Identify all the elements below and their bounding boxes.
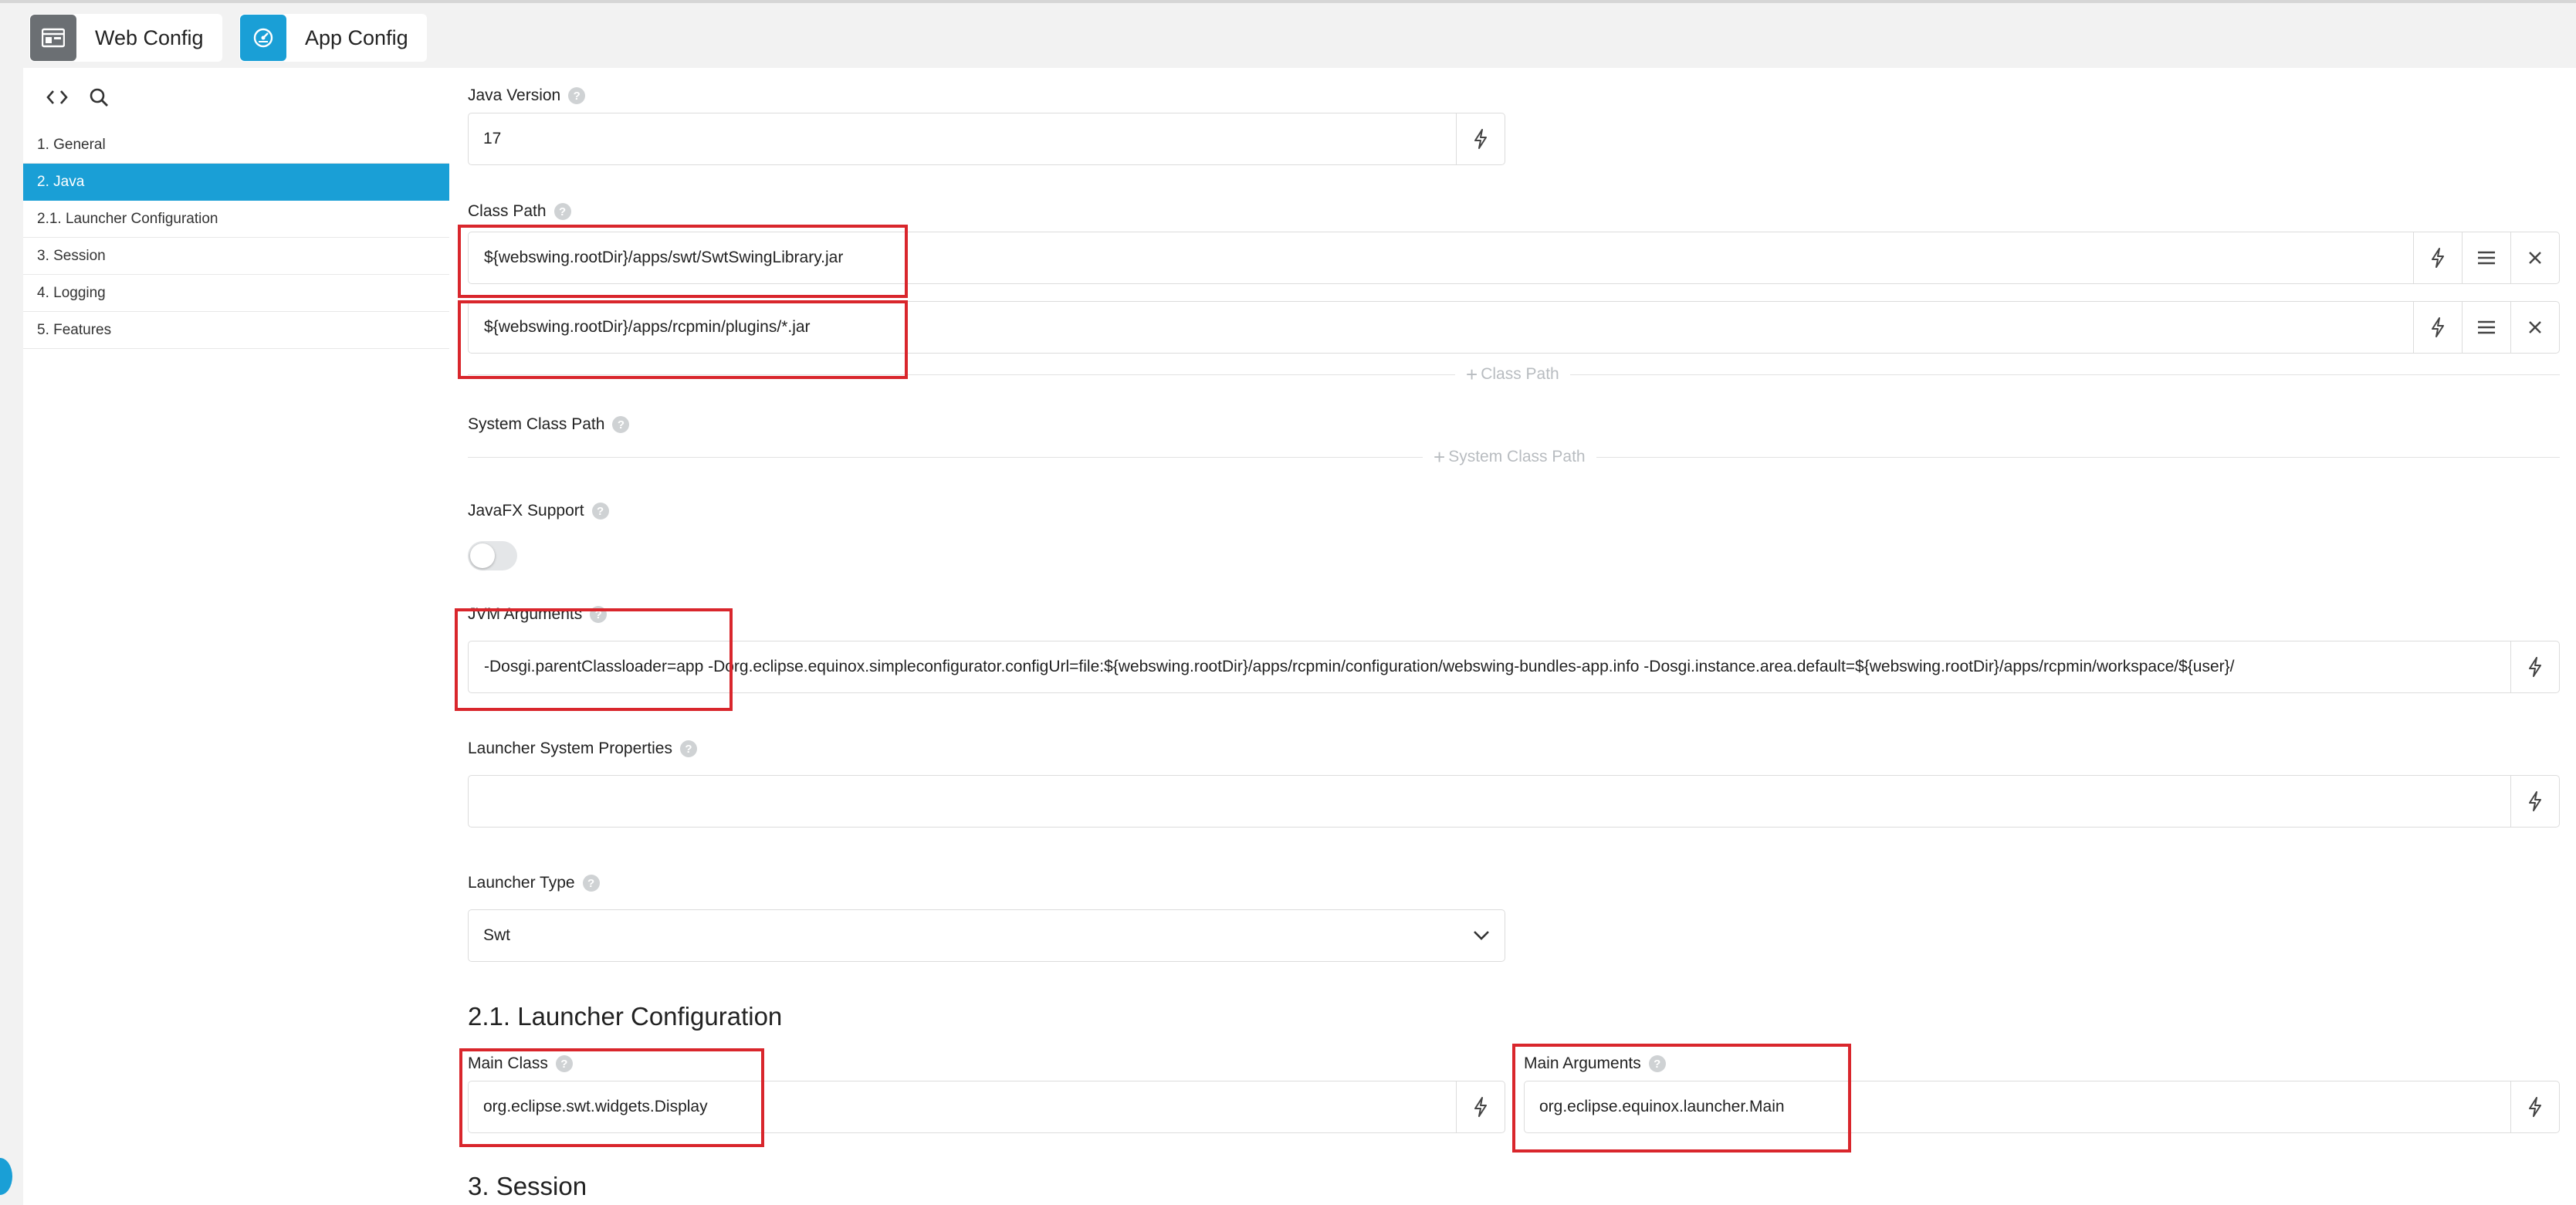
close-icon[interactable] — [2510, 232, 2559, 283]
launcher-configuration-heading: 2.1. Launcher Configuration — [468, 1002, 783, 1031]
java-version-label: Java Version ? — [468, 86, 586, 105]
sidebar-item-label: 4. Logging — [37, 284, 106, 301]
hamburger-icon[interactable] — [2462, 302, 2510, 353]
browser-window-icon — [30, 15, 76, 61]
close-icon[interactable] — [2510, 302, 2559, 353]
add-class-path-button[interactable]: + Class Path — [1455, 362, 1570, 386]
lightning-icon[interactable] — [2413, 232, 2462, 283]
launcher-type-label-text: Launcher Type — [468, 874, 575, 892]
config-tab-bar: Web Config App Config — [0, 3, 2576, 68]
main-arguments-input[interactable]: org.eclipse.equinox.launcher.Main — [1525, 1098, 2510, 1116]
class-path-entry-2: ${webswing.rootDir}/apps/rcpmin/plugins/… — [468, 301, 2560, 354]
sidebar-item-session[interactable]: 3. Session — [23, 238, 449, 275]
launcher-system-properties-label-text: Launcher System Properties — [468, 740, 672, 757]
main-class-input[interactable]: org.eclipse.swt.widgets.Display — [469, 1098, 1456, 1116]
plus-icon: + — [1434, 445, 1446, 469]
launcher-type-selected-value: Swt — [483, 926, 511, 944]
system-class-path-label: System Class Path ? — [468, 415, 630, 434]
java-version-field: 17 — [468, 113, 1505, 165]
main-class-label: Main Class ? — [468, 1054, 573, 1073]
java-version-label-text: Java Version — [468, 86, 561, 104]
system-class-path-label-text: System Class Path — [468, 415, 605, 433]
hamburger-icon[interactable] — [2462, 232, 2510, 283]
floating-help-button[interactable] — [0, 1158, 12, 1195]
lightning-icon[interactable] — [2510, 776, 2559, 827]
javafx-support-toggle[interactable] — [468, 541, 517, 570]
sidebar-item-launcher-configuration[interactable]: 2.1. Launcher Configuration — [23, 201, 449, 238]
app-gauge-icon — [240, 15, 286, 61]
add-system-class-path-label: System Class Path — [1448, 448, 1586, 465]
main-arguments-label-text: Main Arguments — [1524, 1054, 1641, 1072]
sidebar-item-label: 1. General — [37, 136, 106, 153]
class-path-input[interactable]: ${webswing.rootDir}/apps/rcpmin/plugins/… — [469, 318, 2413, 337]
tab-app-config-label: App Config — [305, 25, 408, 49]
help-circle-icon[interactable]: ? — [591, 503, 609, 520]
launcher-system-properties-field — [468, 775, 2560, 828]
session-heading: 3. Session — [468, 1172, 587, 1200]
help-circle-icon[interactable]: ? — [582, 875, 600, 892]
sidebar-item-label: 3. Session — [37, 247, 106, 264]
sidebar-item-general[interactable]: 1. General — [23, 127, 449, 164]
main-arguments-label: Main Arguments ? — [1524, 1054, 1666, 1073]
launcher-system-properties-label: Launcher System Properties ? — [468, 740, 697, 758]
lightning-icon[interactable] — [2510, 1081, 2559, 1132]
tab-web-config-label: Web Config — [95, 25, 204, 49]
toggle-knob — [470, 543, 495, 568]
class-path-label: Class Path ? — [468, 202, 571, 221]
help-circle-icon[interactable]: ? — [679, 740, 697, 757]
main-arguments-field: org.eclipse.equinox.launcher.Main — [1524, 1081, 2560, 1133]
class-path-label-text: Class Path — [468, 202, 547, 220]
lightning-icon[interactable] — [1456, 1081, 1505, 1132]
jvm-arguments-input[interactable]: -Dosgi.parentClassloader=app -Dorg.eclip… — [469, 658, 2510, 676]
javafx-support-label-text: JavaFX Support — [468, 502, 584, 520]
tab-web-config[interactable]: Web Config — [29, 14, 222, 62]
lightning-icon[interactable] — [2510, 641, 2559, 692]
launcher-type-select[interactable]: Swt — [468, 909, 1505, 962]
sidebar-item-logging[interactable]: 4. Logging — [23, 275, 449, 312]
lightning-icon[interactable] — [1456, 113, 1505, 164]
jvm-arguments-field: -Dosgi.parentClassloader=app -Dorg.eclip… — [468, 641, 2560, 693]
main-class-label-text: Main Class — [468, 1054, 548, 1072]
main-class-field: org.eclipse.swt.widgets.Display — [468, 1081, 1505, 1133]
sidebar-item-java[interactable]: 2. Java — [23, 164, 449, 201]
sidebar-toolbar — [23, 68, 449, 127]
tab-app-config[interactable]: App Config — [239, 14, 427, 62]
jvm-arguments-label: JVM Arguments ? — [468, 605, 608, 624]
help-circle-icon[interactable]: ? — [612, 416, 630, 433]
class-path-input[interactable]: ${webswing.rootDir}/apps/swt/SwtSwingLib… — [469, 249, 2413, 267]
add-system-class-path-button[interactable]: + System Class Path — [1423, 445, 1596, 469]
jvm-arguments-label-text: JVM Arguments — [468, 605, 583, 623]
sidebar-item-label: 5. Features — [37, 321, 112, 338]
help-circle-icon[interactable]: ? — [568, 87, 586, 104]
code-brackets-icon[interactable] — [42, 82, 73, 113]
sidebar-item-label: 2.1. Launcher Configuration — [37, 210, 218, 227]
sidebar: 1. General 2. Java 2.1. Launcher Configu… — [23, 68, 449, 1205]
lightning-icon[interactable] — [2413, 302, 2462, 353]
plus-icon: + — [1466, 362, 1478, 386]
search-icon[interactable] — [83, 82, 114, 113]
help-circle-icon[interactable]: ? — [1648, 1055, 1666, 1072]
class-path-entry-1: ${webswing.rootDir}/apps/swt/SwtSwingLib… — [468, 232, 2560, 284]
sidebar-item-features[interactable]: 5. Features — [23, 312, 449, 349]
chevron-down-icon — [1458, 930, 1505, 941]
help-circle-icon[interactable]: ? — [590, 606, 608, 623]
javafx-support-label: JavaFX Support ? — [468, 502, 609, 520]
launcher-type-label: Launcher Type ? — [468, 874, 600, 892]
add-class-path-label: Class Path — [1481, 365, 1559, 383]
help-circle-icon[interactable]: ? — [553, 203, 571, 220]
sidebar-item-label: 2. Java — [37, 173, 85, 190]
java-version-input[interactable]: 17 — [469, 130, 1456, 148]
main-form: Java Version ? 17 Class Path ? ${webswin… — [449, 68, 2576, 1205]
help-circle-icon[interactable]: ? — [555, 1055, 573, 1072]
